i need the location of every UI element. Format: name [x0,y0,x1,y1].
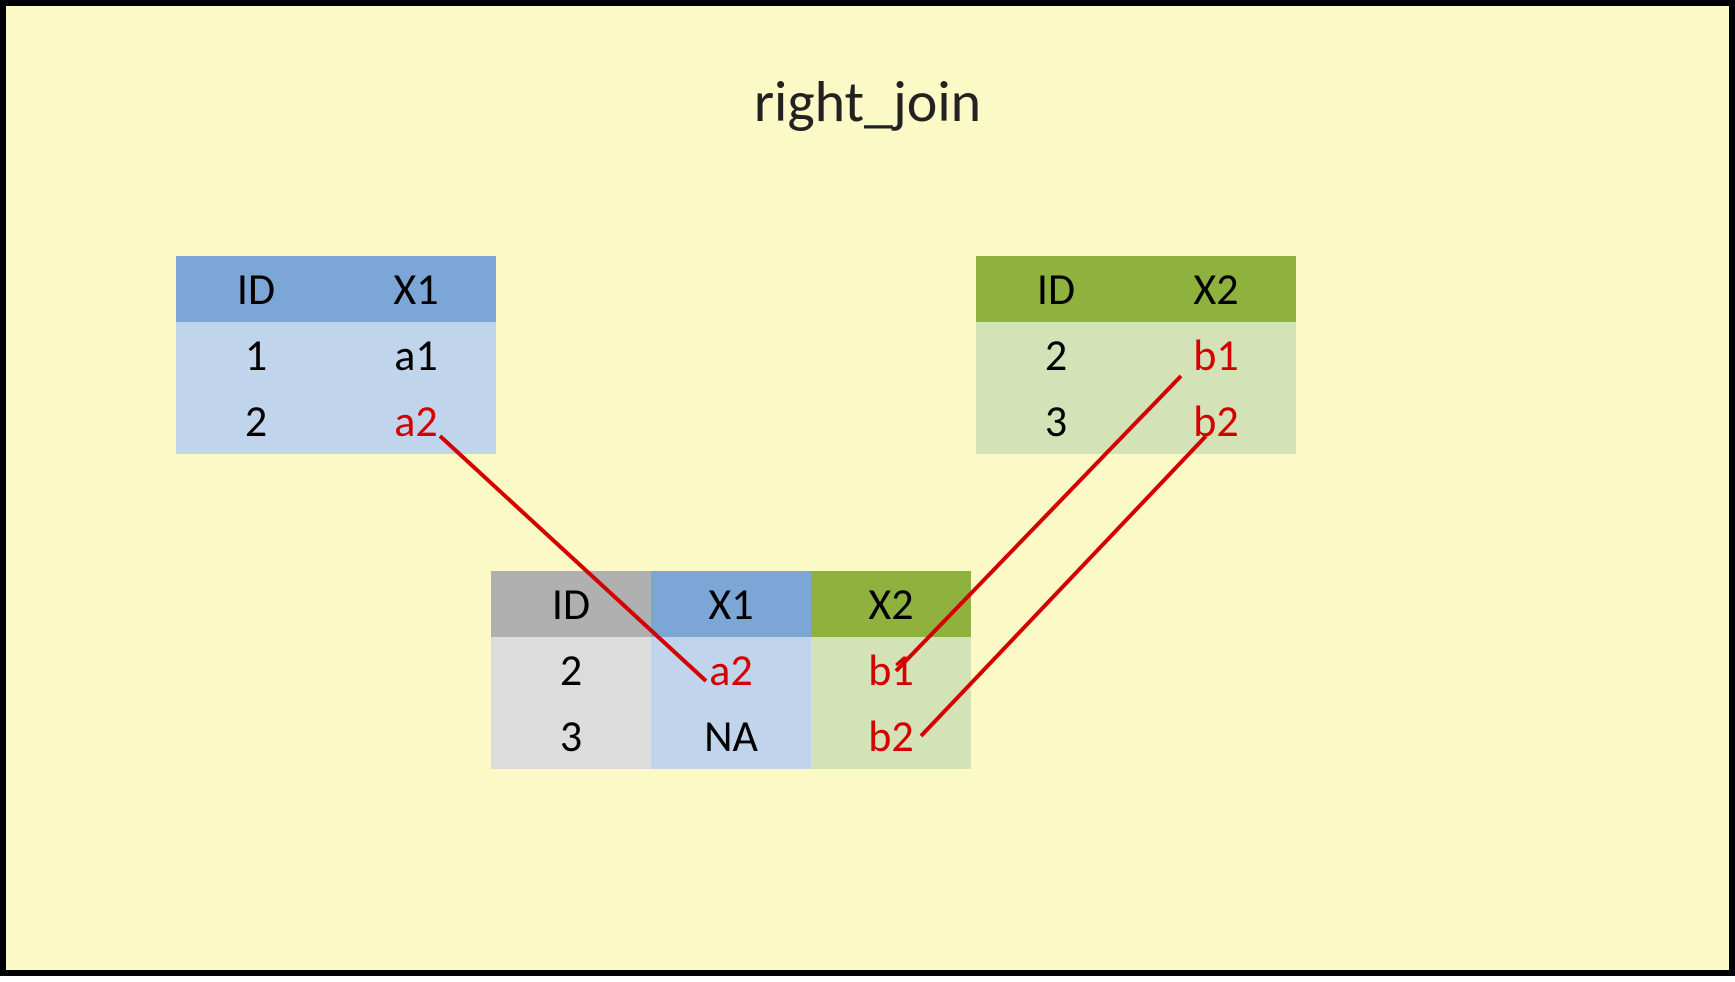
table-row: 2 b1 [976,322,1296,388]
cell-x1: a1 [336,322,496,388]
cell-x2: b2 [1136,388,1296,454]
col-header-x2: X2 [1136,256,1296,322]
table-header-row: ID X1 X2 [491,571,971,637]
diagram-canvas: right_join ID X1 1 a1 2 a2 ID X2 2 b1 3 … [0,0,1735,976]
col-header-x1: X1 [651,571,811,637]
cell-x2: b1 [811,637,971,703]
table-header-row: ID X1 [176,256,496,322]
col-header-id: ID [176,256,336,322]
cell-x2: b2 [811,703,971,769]
col-header-id: ID [976,256,1136,322]
cell-x1: NA [651,703,811,769]
cell-x2: b1 [1136,322,1296,388]
table-row: 3 NA b2 [491,703,971,769]
cell-id: 2 [176,388,336,454]
table-row: 2 a2 [176,388,496,454]
right-table: ID X2 2 b1 3 b2 [976,256,1296,454]
cell-id: 2 [491,637,651,703]
cell-id: 1 [176,322,336,388]
diagram-title: right_join [6,66,1729,137]
col-header-x1: X1 [336,256,496,322]
left-table: ID X1 1 a1 2 a2 [176,256,496,454]
col-header-id: ID [491,571,651,637]
table-row: 1 a1 [176,322,496,388]
table-row: 2 a2 b1 [491,637,971,703]
cell-x1: a2 [651,637,811,703]
cell-id: 2 [976,322,1136,388]
result-table: ID X1 X2 2 a2 b1 3 NA b2 [491,571,971,769]
table-header-row: ID X2 [976,256,1296,322]
cell-x1: a2 [336,388,496,454]
cell-id: 3 [491,703,651,769]
table-row: 3 b2 [976,388,1296,454]
cell-id: 3 [976,388,1136,454]
connector-lines [6,6,1735,982]
col-header-x2: X2 [811,571,971,637]
